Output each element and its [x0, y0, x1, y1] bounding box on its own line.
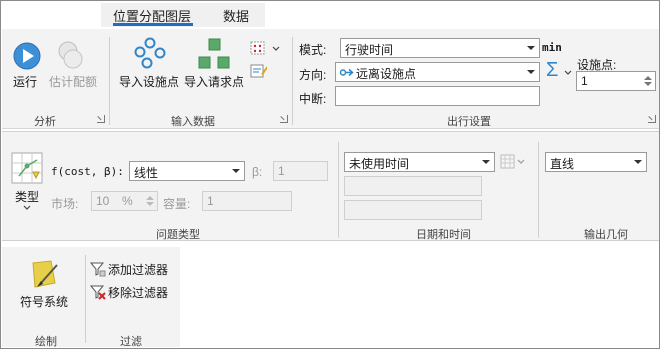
- direction-value: 远离设施点: [356, 67, 417, 81]
- direction-label: 方向:: [299, 68, 327, 82]
- separator: [538, 142, 539, 238]
- ribbon-tab-strip: 位置分配图层 数据: [101, 3, 265, 27]
- tab-data[interactable]: 数据: [223, 6, 249, 25]
- fcost-value: 线性: [134, 166, 159, 180]
- travel-mode-select[interactable]: 行驶时间: [340, 38, 540, 58]
- run-label: 运行: [13, 75, 38, 89]
- filter-remove-icon: [90, 285, 106, 300]
- active-tab-indicator: [113, 23, 193, 26]
- market-share-label: 市场:: [51, 197, 79, 211]
- direction-away-icon: [340, 68, 354, 77]
- direction-select[interactable]: 远离设施点: [335, 62, 540, 82]
- spin-down-icon[interactable]: [644, 82, 652, 87]
- filter-group-label: 过滤: [120, 336, 142, 348]
- problem-type-icon: [11, 152, 43, 184]
- mode-label: 模式:: [299, 43, 327, 57]
- analysis-dialog-launcher[interactable]: [97, 115, 105, 123]
- point-grid-menu-button[interactable]: [250, 41, 268, 57]
- sigma-icon: Σ: [546, 59, 559, 81]
- input-data-dialog-launcher[interactable]: [280, 115, 288, 123]
- add-filter-button[interactable]: 添加过滤器: [90, 260, 174, 278]
- facilities-count-input[interactable]: 1: [576, 71, 656, 91]
- symbology-label: 符号系统: [20, 295, 69, 309]
- add-filter-label: 添加过滤器: [108, 263, 169, 277]
- separator: [338, 142, 339, 238]
- attribute-edit-icon: [250, 64, 267, 78]
- remove-filter-label: 移除过滤器: [108, 286, 169, 300]
- calendar-button[interactable]: [500, 153, 528, 171]
- import-demand-icon: [198, 38, 230, 69]
- run-button[interactable]: [12, 41, 42, 71]
- symbology-button[interactable]: [29, 259, 61, 291]
- chevron-down-icon: [232, 169, 240, 173]
- fcost-label: f(cost, β):: [51, 165, 124, 178]
- input-data-group-label: 输入数据: [171, 116, 215, 128]
- problem-type-label: 类型: [15, 190, 40, 204]
- chevron-down-icon: [527, 70, 535, 74]
- market-share-unit: %: [122, 194, 133, 208]
- travel-mode-value: 行驶时间: [345, 43, 394, 57]
- drawing-group-label: 绘制: [35, 336, 57, 348]
- time-of-day-input[interactable]: [344, 200, 482, 220]
- date-input[interactable]: [344, 176, 482, 196]
- cutoff-input[interactable]: [335, 86, 540, 106]
- analysis-group-label: 分析: [34, 116, 56, 128]
- filter-add-icon: [90, 262, 106, 277]
- travel-settings-group-label: 出行设置: [447, 116, 491, 128]
- point-grid-icon: [250, 41, 265, 55]
- spin-up-icon[interactable]: [644, 75, 652, 80]
- ribbon-row-2: 类型 f(cost, β): 线性 β: 1 市场: 10 % 容量: 1 问题…: [2, 131, 659, 241]
- beta-label: β:: [252, 165, 263, 179]
- market-share-value: 10: [96, 194, 110, 208]
- separator: [85, 255, 86, 343]
- time-unit-label: min: [542, 41, 562, 54]
- estimate-quota-icon: [58, 41, 83, 69]
- spin-up-icon[interactable]: [146, 195, 154, 200]
- point-grid-dropdown-icon[interactable]: [272, 46, 280, 52]
- output-geometry-select[interactable]: 直线: [545, 152, 647, 172]
- cutoff-label: 中断:: [299, 92, 327, 106]
- spin-down-icon[interactable]: [146, 202, 154, 207]
- market-share-input[interactable]: 10 %: [91, 191, 158, 211]
- estimate-quota-label: 估计配额: [49, 75, 98, 89]
- capacity-label: 容量:: [163, 197, 191, 211]
- problem-type-button[interactable]: [11, 152, 43, 184]
- calendar-grid-icon: [500, 154, 525, 169]
- chevron-down-icon: [527, 46, 535, 50]
- symbology-icon: [32, 260, 58, 288]
- time-usage-select[interactable]: 未使用时间: [344, 152, 495, 172]
- date-time-group-label: 日期和时间: [416, 229, 471, 241]
- import-facilities-icon: [134, 37, 166, 69]
- chevron-down-icon: [482, 160, 490, 164]
- attribute-edit-button[interactable]: [250, 63, 268, 79]
- capacity-input[interactable]: 1: [202, 191, 292, 211]
- chevron-down-icon: [634, 160, 642, 164]
- import-facilities-label: 导入设施点: [119, 75, 180, 89]
- chevron-down-icon[interactable]: [23, 205, 31, 211]
- chevron-down-icon: [564, 70, 572, 75]
- facilities-count-value: 1: [581, 74, 588, 88]
- beta-input[interactable]: 1: [273, 161, 328, 181]
- run-icon: [13, 42, 41, 70]
- time-usage-value: 未使用时间: [349, 157, 410, 171]
- import-demand-label: 导入请求点: [184, 75, 245, 89]
- summarize-button[interactable]: Σ: [546, 59, 574, 82]
- separator: [109, 37, 110, 125]
- separator: [292, 37, 293, 125]
- window-frame: 位置分配图层 数据 运行 估计配额 分析 导入设施点 导入请求点 输入数据 模式…: [0, 0, 660, 349]
- ribbon-row-1: 运行 估计配额 分析 导入设施点 导入请求点 输入数据 模式: 行驶时间 min…: [2, 29, 659, 129]
- import-demand-button[interactable]: [197, 37, 231, 71]
- remove-filter-button[interactable]: 移除过滤器: [90, 283, 174, 301]
- fcost-select[interactable]: 线性: [129, 161, 245, 181]
- problem-type-group-label: 问题类型: [156, 229, 200, 241]
- output-geometry-group-label: 输出几何: [584, 229, 628, 241]
- output-geometry-value: 直线: [550, 157, 575, 171]
- ribbon-row-3: 符号系统 绘制 添加过滤器 移除过滤器 过滤: [2, 247, 180, 348]
- travel-settings-dialog-launcher[interactable]: [648, 115, 656, 123]
- estimate-quota-button[interactable]: [55, 39, 87, 71]
- import-facilities-button[interactable]: [133, 37, 167, 71]
